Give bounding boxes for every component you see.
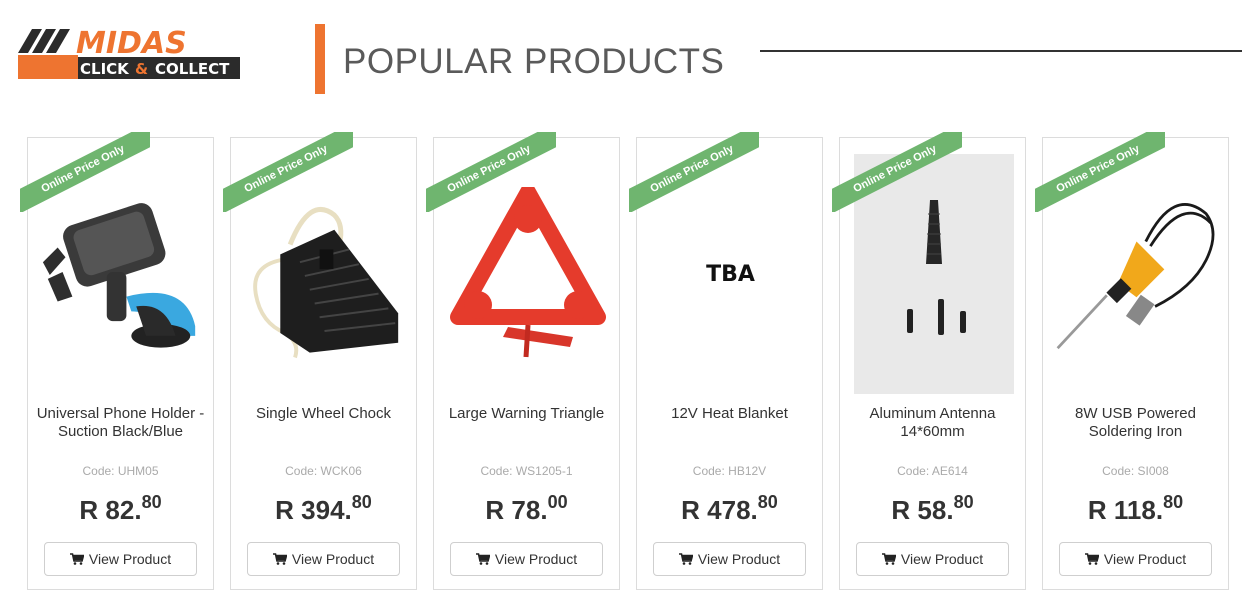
view-product-button[interactable]: View Product [1059, 542, 1212, 576]
view-product-button[interactable]: View Product [44, 542, 197, 576]
title-divider [760, 50, 1242, 52]
product-code: Code: SI008 [1102, 464, 1169, 478]
view-product-button[interactable]: View Product [653, 542, 806, 576]
view-product-button[interactable]: View Product [856, 542, 1009, 576]
product-price: R 82.80 [28, 492, 213, 526]
online-price-ribbon: Online Price Only [832, 132, 962, 212]
view-product-button[interactable]: View Product [247, 542, 400, 576]
product-code: Code: HB12V [692, 464, 767, 478]
logo-click: CLICK [80, 60, 130, 78]
tba-placeholder: TBA [706, 261, 755, 287]
product-code: Code: UHM05 [82, 464, 159, 478]
cart-icon [1084, 553, 1099, 565]
view-product-label: View Product [88, 551, 172, 567]
price-cents: 00 [547, 492, 568, 512]
page-title: POPULAR PRODUCTS [343, 42, 725, 81]
product-code: Code: AE614 [897, 464, 968, 478]
product-code: Code: WCK06 [285, 464, 362, 478]
logo-collect: COLLECT [155, 60, 230, 78]
product-name[interactable]: Single Wheel Chock [235, 405, 412, 423]
product-name[interactable]: 12V Heat Blanket [641, 405, 818, 423]
product-card-tba[interactable]: Online Price Only TBA 12V Heat Blanket C… [629, 132, 823, 590]
product-card-phone-holder[interactable]: Online Price Only Universal Phone Holder… [20, 132, 214, 590]
cart-icon [475, 553, 490, 565]
price-cents: 80 [1163, 492, 1184, 512]
price-main: R 118. [1087, 495, 1164, 525]
cart-icon [272, 553, 287, 565]
price-main: R 58. [891, 495, 954, 525]
online-price-ribbon: Online Price Only [426, 132, 556, 212]
product-price: R 478.80 [637, 492, 822, 526]
midas-logo[interactable]: MIDAS CLICK & COLLECT [18, 26, 240, 81]
price-main: R 82. [79, 495, 142, 525]
cart-icon [881, 553, 896, 565]
cart-icon [69, 553, 84, 565]
online-price-ribbon: Online Price Only [629, 132, 759, 212]
title-accent-bar [315, 24, 325, 94]
price-cents: 80 [141, 492, 162, 512]
view-product-label: View Product [291, 551, 375, 567]
product-name[interactable]: Aluminum Antenna 14*60mm [844, 405, 1021, 441]
view-product-button[interactable]: View Product [450, 542, 603, 576]
view-product-label: View Product [697, 551, 781, 567]
logo-amp: & [135, 60, 148, 78]
online-price-ribbon: Online Price Only [223, 132, 353, 212]
product-card-soldering-iron[interactable]: Online Price Only 8W USB Powered Solderi… [1035, 132, 1229, 590]
product-price: R 118.80 [1043, 492, 1228, 526]
view-product-label: View Product [900, 551, 984, 567]
product-price: R 78.00 [434, 492, 619, 526]
product-name[interactable]: Large Warning Triangle [438, 405, 615, 423]
online-price-ribbon: Online Price Only [20, 132, 150, 212]
logo-wordmark: MIDAS [76, 27, 187, 61]
product-name[interactable]: Universal Phone Holder - Suction Black/B… [32, 405, 209, 441]
cart-icon [678, 553, 693, 565]
product-card-wheel-chock[interactable]: Online Price Only Single Wheel Chock Cod… [223, 132, 417, 590]
price-cents: 80 [757, 492, 778, 512]
product-code: Code: WS1205-1 [480, 464, 573, 478]
price-main: R 78. [485, 495, 548, 525]
price-cents: 80 [953, 492, 974, 512]
online-price-ribbon: Online Price Only [1035, 132, 1165, 212]
product-name[interactable]: 8W USB Powered Soldering Iron [1047, 405, 1224, 441]
view-product-label: View Product [494, 551, 578, 567]
price-main: R 478. [681, 495, 758, 525]
product-price: R 58.80 [840, 492, 1025, 526]
price-main: R 394. [275, 495, 352, 525]
product-card-antenna[interactable]: Online Price Only Aluminum Antenna 14*60… [832, 132, 1026, 590]
view-product-label: View Product [1103, 551, 1187, 567]
product-price: R 394.80 [231, 492, 416, 526]
product-card-warning-triangle[interactable]: Online Price Only Large Warning Triangle… [426, 132, 620, 590]
price-cents: 80 [351, 492, 372, 512]
